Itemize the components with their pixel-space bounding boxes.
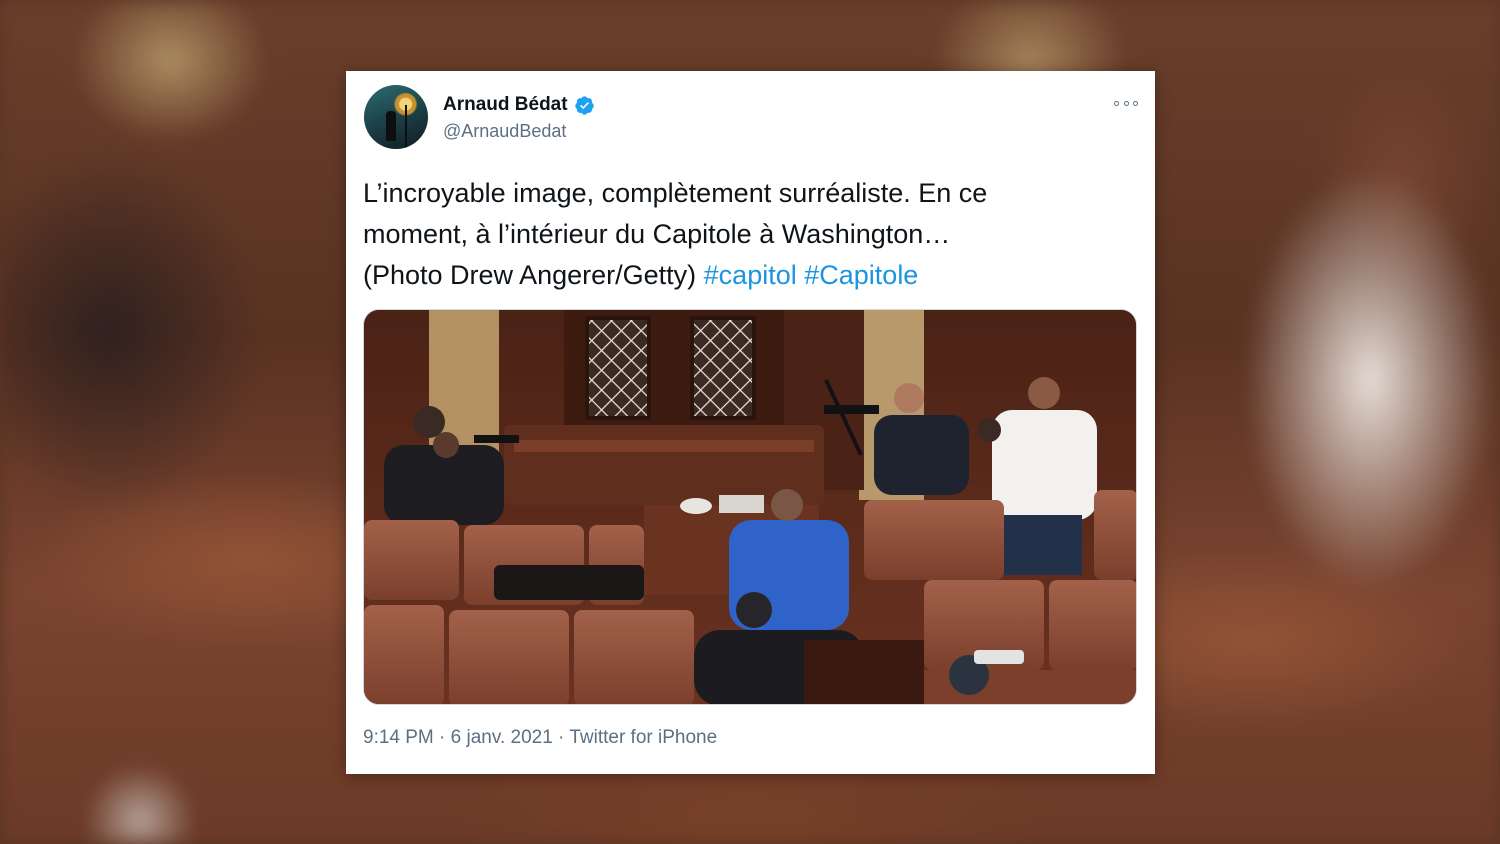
tweet-meta: 9:14 PM · 6 janv. 2021 · Twitter for iPh… (363, 727, 717, 749)
hashtag-capitol[interactable]: #capitol (704, 260, 797, 290)
separator: · (433, 727, 451, 748)
author-row: Arnaud Bédat (443, 94, 595, 116)
author-name[interactable]: Arnaud Bédat (443, 94, 568, 116)
tweet-text-line: (Photo Drew Angerer/Getty) #capitol #Cap… (363, 255, 1133, 296)
verified-badge-icon (574, 95, 594, 115)
tweet-text: L’incroyable image, complètement surréal… (363, 173, 1133, 296)
tweet-date[interactable]: 6 janv. 2021 (451, 727, 553, 748)
avatar[interactable] (364, 85, 428, 149)
hashtag-capitole[interactable]: #Capitole (804, 260, 918, 290)
author-handle[interactable]: @ArnaudBedat (443, 121, 566, 142)
separator: · (552, 727, 570, 748)
more-options-icon[interactable] (1114, 97, 1138, 109)
photo-illustration (364, 310, 1136, 704)
tweet-photo[interactable] (363, 309, 1137, 705)
tweet-time[interactable]: 9:14 PM (363, 727, 434, 748)
photo-credit: (Photo Drew Angerer/Getty) (363, 260, 697, 290)
tweet-card: Arnaud Bédat @ArnaudBedat L’incroyable i… (346, 71, 1155, 774)
tweet-client[interactable]: Twitter for iPhone (569, 727, 717, 748)
tweet-text-line: moment, à l’intérieur du Capitole à Wash… (363, 219, 951, 249)
tweet-text-line: L’incroyable image, complètement surréal… (363, 178, 988, 208)
